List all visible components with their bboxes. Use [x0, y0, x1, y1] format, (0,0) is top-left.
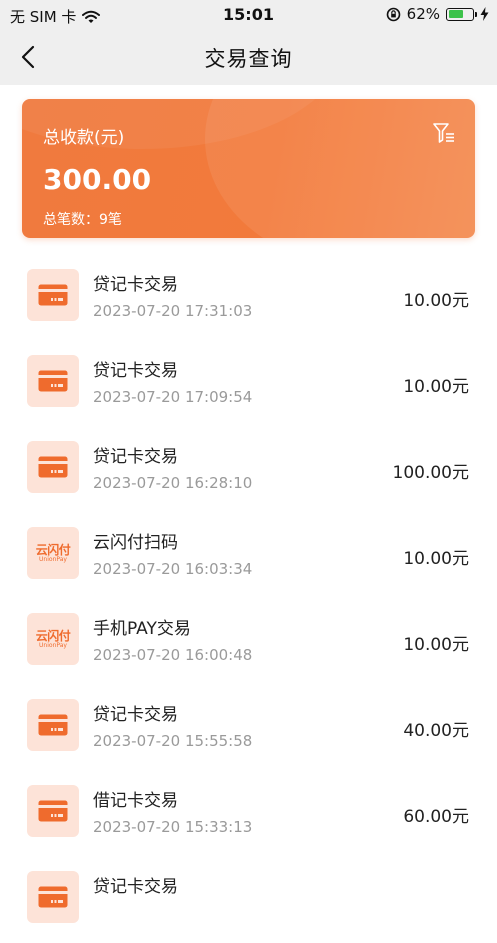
card-icon — [27, 785, 79, 837]
status-bar: 无 SIM 卡 15:01 62% — [0, 0, 497, 30]
transaction-name: 贷记卡交易 — [93, 275, 178, 295]
rotation-lock-icon — [386, 7, 400, 21]
nav-bar: 交易查询 — [0, 30, 497, 85]
transaction-item[interactable]: 贷记卡交易 2023-07-20 17:31:03 10.00元 — [0, 255, 497, 341]
transaction-time: 2023-07-20 17:31:03 — [93, 302, 253, 320]
total-count: 总笔数：9笔 — [43, 212, 122, 228]
total-amount-label: 总收款(元) — [43, 128, 125, 148]
unionpay-logo-en: UnionPay — [39, 555, 67, 563]
card-icon — [27, 355, 79, 407]
card-icon — [27, 269, 79, 321]
unionpay-icon: 云闪付 UnionPay — [27, 613, 79, 665]
filter-button[interactable] — [432, 121, 456, 145]
transaction-time: 2023-07-20 16:00:48 — [93, 646, 253, 664]
transaction-name: 借记卡交易 — [93, 791, 178, 811]
transaction-item[interactable]: 贷记卡交易 2023-07-20 16:28:10 100.00元 — [0, 427, 497, 513]
transaction-amount: 10.00元 — [403, 549, 469, 569]
unionpay-icon: 云闪付 UnionPay — [27, 527, 79, 579]
transaction-name: 云闪付扫码 — [93, 533, 178, 553]
battery-fill — [448, 10, 463, 18]
transaction-time: 2023-07-20 15:33:13 — [93, 818, 253, 836]
transaction-item[interactable]: 云闪付 UnionPay 手机PAY交易 2023-07-20 16:00:48… — [0, 599, 497, 685]
transaction-time: 2023-07-20 16:03:34 — [93, 560, 253, 578]
transaction-name: 手机PAY交易 — [93, 619, 191, 639]
page-title: 交易查询 — [204, 47, 293, 71]
transaction-item[interactable]: 贷记卡交易 2023-07-20 17:09:54 10.00元 — [0, 341, 497, 427]
transaction-time: 2023-07-20 17:09:54 — [93, 388, 253, 406]
transaction-amount: 100.00元 — [392, 463, 469, 483]
card-icon — [27, 871, 79, 923]
transaction-amount: 60.00元 — [403, 807, 469, 827]
card-decoration — [205, 99, 475, 238]
transaction-amount: 10.00元 — [403, 635, 469, 655]
charging-icon — [480, 7, 489, 21]
transaction-amount: 10.00元 — [403, 377, 469, 397]
transaction-name: 贷记卡交易 — [93, 447, 178, 467]
transaction-time: 2023-07-20 16:28:10 — [93, 474, 253, 492]
unionpay-logo-en: UnionPay — [39, 641, 67, 649]
transaction-name: 贷记卡交易 — [93, 705, 178, 725]
unionpay-logo-cn: 云闪付 — [35, 628, 71, 643]
transaction-name: 贷记卡交易 — [93, 361, 178, 381]
transaction-list: 贷记卡交易 2023-07-20 17:31:03 10.00元 贷记卡交易 2… — [0, 255, 497, 943]
transaction-amount: 10.00元 — [403, 291, 469, 311]
card-icon — [27, 441, 79, 493]
status-right: 62% — [386, 5, 489, 23]
battery-icon — [446, 7, 477, 21]
transaction-amount: 40.00元 — [403, 721, 469, 741]
summary-card: 总收款(元) 300.00 总笔数：9笔 — [22, 99, 475, 238]
battery-percent: 62% — [406, 5, 440, 23]
total-amount-value: 300.00 — [43, 163, 152, 196]
transaction-time: 2023-07-20 15:55:58 — [93, 732, 253, 750]
unionpay-logo-cn: 云闪付 — [35, 542, 71, 557]
transaction-item[interactable]: 借记卡交易 2023-07-20 15:33:13 60.00元 — [0, 771, 497, 857]
transaction-item[interactable]: 贷记卡交易 — [0, 857, 497, 943]
transaction-item[interactable]: 贷记卡交易 2023-07-20 15:55:58 40.00元 — [0, 685, 497, 771]
transaction-name: 贷记卡交易 — [93, 877, 178, 897]
transaction-item[interactable]: 云闪付 UnionPay 云闪付扫码 2023-07-20 16:03:34 1… — [0, 513, 497, 599]
card-icon — [27, 699, 79, 751]
filter-icon — [433, 123, 454, 143]
